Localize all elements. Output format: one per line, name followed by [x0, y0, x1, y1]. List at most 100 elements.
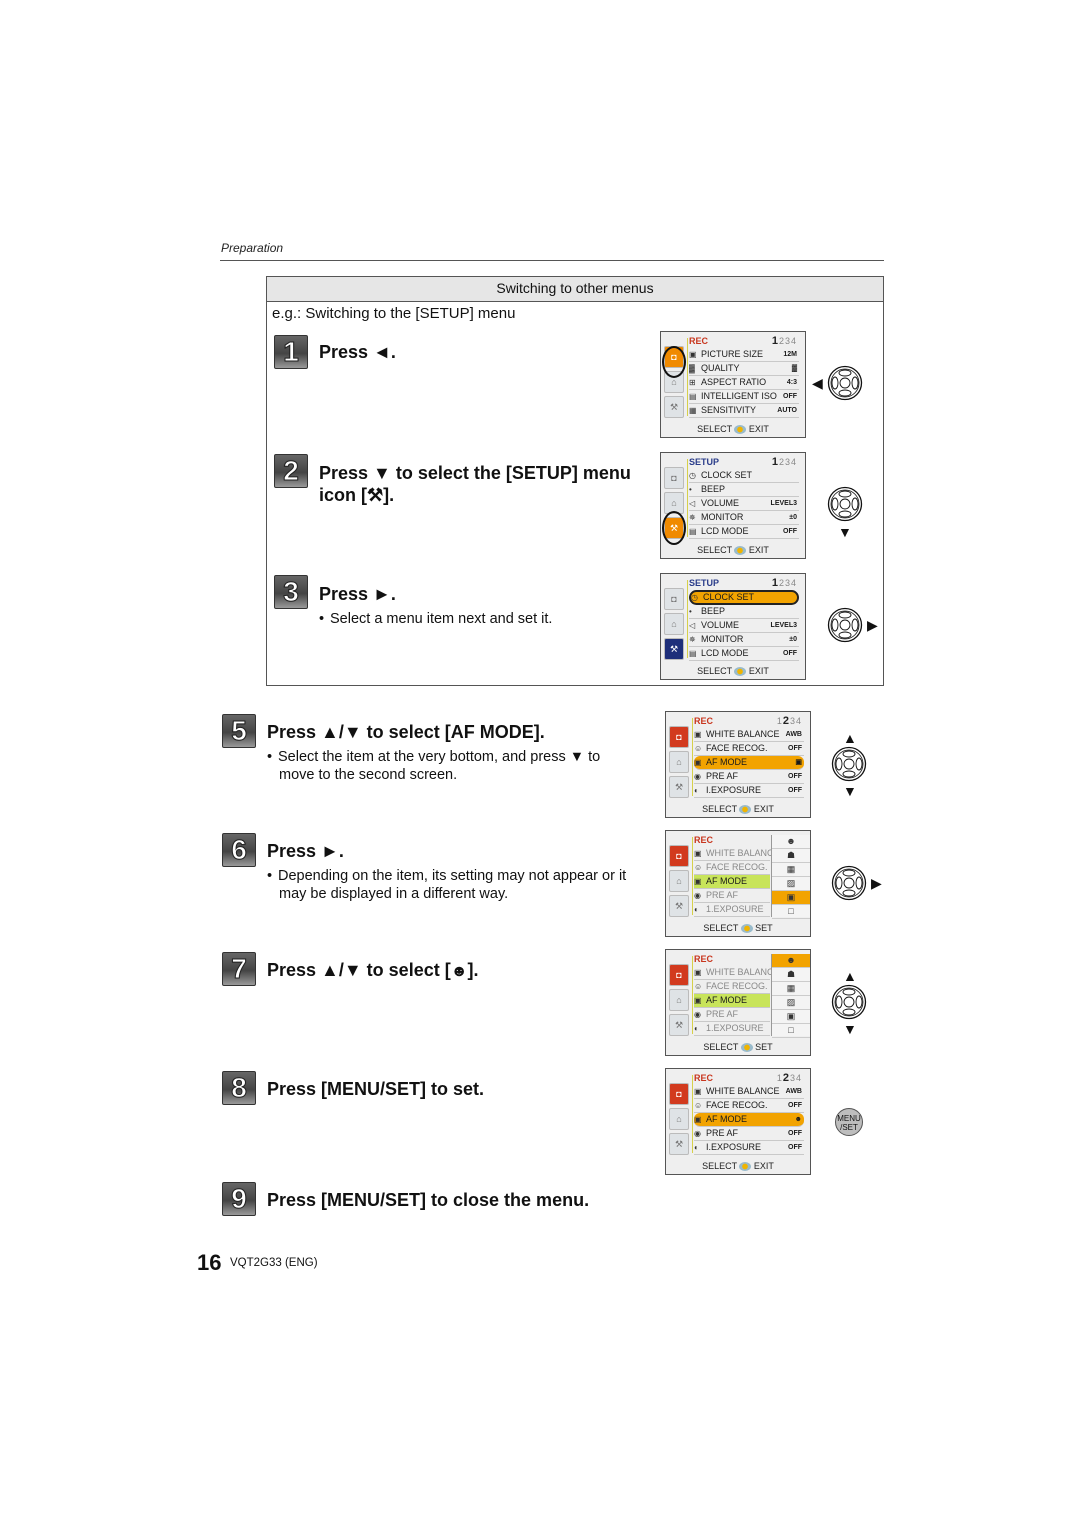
menu-item-label: BEEP: [701, 606, 726, 616]
af-mode-options-popup: ☻ ☗ ▦ ▨ ▣ □: [771, 954, 810, 1038]
menu-item[interactable]: ◁ VOLUME LEVEL3: [689, 497, 799, 511]
menu-item[interactable]: ☺ FACE RECOG. OFF: [694, 1099, 804, 1113]
af-mode-option[interactable]: ☻: [772, 835, 810, 849]
af-mode-option[interactable]: ▨: [772, 877, 810, 891]
menu-item-icon: ▦: [689, 406, 697, 415]
menu-item[interactable]: ▤ LCD MODE OFF: [689, 647, 799, 661]
af-mode-option[interactable]: ▨: [772, 996, 810, 1010]
footer-select-label: SELECT: [702, 1160, 740, 1171]
menu-item-icon: ☺: [694, 744, 703, 753]
menu-item-value: OFF: [783, 528, 797, 535]
menu-item[interactable]: ▣ AF MODE: [694, 994, 770, 1008]
menu-item-icon: •: [689, 485, 692, 494]
step-1-title: Press ◄.: [319, 342, 396, 362]
menu-item[interactable]: ▦ SENSITIVITY AUTO: [689, 404, 799, 418]
menu-item[interactable]: ◷ CLOCK SET: [689, 469, 799, 483]
menu-item-icon: ◐: [694, 905, 699, 914]
menu-item[interactable]: ◉ PRE AF: [694, 889, 770, 903]
divider: [692, 718, 693, 796]
step-number-2: 2: [274, 454, 308, 488]
camera-menu-screen: ◘ ⌂ ⚒ REC ▣ WHITE BALANC ☺ FACE RECOG. ▣ AF MODE ◉…: [665, 830, 811, 937]
menu-item-value: 4:3: [786, 379, 797, 386]
menu-item[interactable]: ◐ 1.EXPOSURE: [694, 903, 770, 917]
menu-footer-hint: SELECT EXIT: [661, 545, 805, 555]
menu-items: ◷ CLOCK SET • BEEP ◁ VOLUME LEVEL3 ✵ MONITOR ±0 ▤ L…: [689, 469, 799, 539]
step-number-7: 7: [222, 952, 256, 986]
menu-item-label: WHITE BALANCE: [706, 729, 780, 739]
switching-menus-title: Switching to other menus: [267, 277, 883, 302]
menu-item[interactable]: ▤ INTELLIGENT ISO OFF: [689, 390, 799, 404]
menu-item[interactable]: ◷ CLOCK SET: [689, 590, 799, 605]
menu-title: REC: [694, 954, 714, 964]
menu-item[interactable]: ◐ I.EXPOSURE OFF: [694, 784, 804, 798]
camera-menu-screen: ◘ ⌂ ⚒ SETUP 1234 ◷ CLOCK SET • BEEP ◁ VOLUME LEVEL3…: [660, 573, 806, 680]
rec-tab-camera-icon: ◘: [669, 964, 689, 986]
af-mode-option[interactable]: □: [772, 905, 810, 919]
divider: [687, 459, 688, 537]
menu-item[interactable]: ◁ VOLUME LEVEL3: [689, 619, 799, 633]
menu-item[interactable]: ✵ MONITOR ±0: [689, 511, 799, 525]
menu-item-label: LCD MODE: [701, 526, 749, 536]
divider: [692, 1075, 693, 1153]
menu-item[interactable]: ◐ I.EXPOSURE OFF: [694, 1141, 804, 1155]
af-mode-option[interactable]: ☻: [772, 954, 810, 968]
menu-item[interactable]: ▣ WHITE BALANC: [694, 847, 774, 861]
menu-item[interactable]: ▣ PICTURE SIZE 12M: [689, 348, 799, 362]
menu-item[interactable]: ☺ FACE RECOG. OFF: [694, 742, 804, 756]
menu-item-label: MONITOR: [701, 512, 744, 522]
menu-item[interactable]: ⊞ ASPECT RATIO 4:3: [689, 376, 799, 390]
menu-set-label: /SET: [840, 1123, 858, 1132]
cursor-button-dial-icon: [827, 486, 863, 527]
menu-item-label: FACE RECOG.: [706, 981, 768, 991]
highlight-ring: [662, 346, 686, 378]
bullet-text: Depending on the item, its setting may n…: [278, 868, 627, 884]
menu-item[interactable]: ✵ MONITOR ±0: [689, 633, 799, 647]
menu-item[interactable]: • BEEP: [689, 483, 799, 497]
menu-item-label: BEEP: [701, 484, 726, 494]
rec-tab-motion-icon: ⌂: [669, 870, 689, 892]
menu-item[interactable]: ◉ PRE AF OFF: [694, 770, 804, 784]
footer-select-label: SELECT: [702, 803, 740, 814]
menu-item[interactable]: ◐ 1.EXPOSURE: [694, 1022, 770, 1036]
menu-items: ▣ WHITE BALANC ☺ FACE RECOG. ▣ AF MODE ◉ PRE AF…: [694, 966, 774, 1036]
menu-item-value: OFF: [788, 745, 802, 752]
af-mode-option[interactable]: ☗: [772, 849, 810, 863]
menu-item-label: VOLUME: [701, 620, 740, 630]
menu-item[interactable]: ◉ PRE AF OFF: [694, 1127, 804, 1141]
menu-item[interactable]: ◉ PRE AF: [694, 1008, 770, 1022]
menu-item[interactable]: ▣ AF MODE: [694, 875, 770, 889]
menu-item[interactable]: ▣ AF MODE ☻: [694, 1113, 804, 1127]
af-mode-option[interactable]: ▦: [772, 863, 810, 877]
af-mode-option[interactable]: ▦: [772, 982, 810, 996]
menu-footer-hint: SELECT EXIT: [661, 424, 805, 434]
footer-select-label: SELECT: [697, 423, 735, 434]
setup-tab-wrench-icon: ⚒: [669, 895, 689, 917]
step-7-title: Press ▲/▼ to select [☻].: [267, 959, 479, 983]
af-mode-option[interactable]: ☗: [772, 968, 810, 982]
divider: [692, 956, 693, 1034]
menu-item[interactable]: ▤ LCD MODE OFF: [689, 525, 799, 539]
menu-item[interactable]: ▣ WHITE BALANCE AWB: [694, 728, 804, 742]
bullet-text: Select the item at the very bottom, and …: [278, 749, 601, 765]
menu-item[interactable]: ☺ FACE RECOG.: [694, 980, 770, 994]
menu-item-label: PRE AF: [706, 1128, 739, 1138]
menu-item-icon: ✵: [689, 513, 696, 522]
af-mode-option[interactable]: ▣: [772, 1010, 810, 1024]
menu-item[interactable]: • BEEP: [689, 605, 799, 619]
joystick-icon: [734, 546, 747, 555]
menu-item[interactable]: ▣ AF MODE ▣: [694, 756, 804, 770]
menu-item-icon: ▣: [689, 350, 697, 359]
af-mode-option[interactable]: □: [772, 1024, 810, 1038]
menu-item-value: AUTO: [777, 407, 797, 414]
step-7-title-end: ].: [467, 960, 479, 980]
rec-tab-motion-icon: ⌂: [669, 989, 689, 1011]
menu-item[interactable]: ▣ WHITE BALANC: [694, 966, 774, 980]
menu-item-icon: ☺: [694, 1101, 703, 1110]
menu-item[interactable]: ▓ QUALITY ▓: [689, 362, 799, 376]
menu-item[interactable]: ☺ FACE RECOG.: [694, 861, 770, 875]
menu-item[interactable]: ▣ WHITE BALANCE AWB: [694, 1085, 804, 1099]
menu-item-icon: ◁: [689, 621, 696, 630]
af-mode-option[interactable]: ▣: [772, 891, 810, 905]
right-arrow-icon: ▶: [867, 617, 878, 633]
menu-item-icon: ◐: [694, 786, 699, 795]
